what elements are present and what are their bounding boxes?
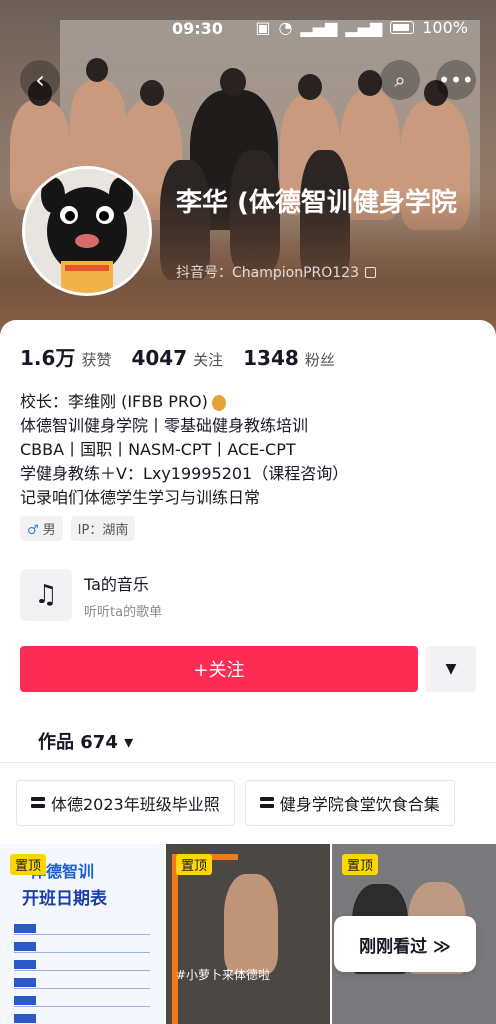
douyin-id[interactable]: 抖音号：ChampionPRO123 — [176, 262, 376, 282]
collections-row: 体德2023年班级毕业照 健身学院食堂饮食合集 — [16, 780, 455, 826]
signal-icon: ▂▄▆ — [300, 18, 338, 37]
collection-item[interactable]: 体德2023年班级毕业照 — [16, 780, 235, 826]
recently-watched-button[interactable]: 刚刚看过 ≫ — [334, 916, 476, 972]
copy-icon[interactable] — [365, 266, 376, 278]
dog-avatar-icon — [25, 169, 149, 293]
pinned-badge: 置顶 — [176, 854, 213, 875]
follow-button[interactable]: +关注 — [20, 646, 418, 692]
bio-line: 体德智训健身学院丨零基础健身教练培训 — [20, 416, 309, 435]
video-caption: #小萝卜来体德啦 — [176, 968, 271, 982]
caret-down-icon: ▼ — [445, 661, 457, 677]
music-entry[interactable]: ♫ Ta的音乐 听听ta的歌单 — [20, 569, 162, 621]
profile-card: 1.6万 获赞 4047 关注 1348 粉丝 校长：李维刚 (IFBB PRO) 体… — [0, 320, 496, 1024]
status-time: 09:30 — [172, 19, 223, 38]
chevron-left-icon: ‹ — [35, 66, 45, 94]
video-thumbnail[interactable]: 体德智训 开班日期表 置顶 — [0, 844, 164, 1024]
video-thumbnail[interactable]: #小萝卜来体德啦 置顶 — [166, 844, 330, 1024]
profile-name: 李华 (体德智训健身学院 — [176, 188, 457, 218]
signal-icon-2: ▂▄▆ — [345, 18, 383, 37]
status-icons: ▣ ◔ ▂▄▆ ▂▄▆ 100% — [255, 18, 468, 37]
divider — [0, 762, 496, 763]
athlete — [224, 874, 278, 974]
music-subtitle: 听听ta的歌单 — [84, 604, 163, 620]
stats-row: 1.6万 获赞 4047 关注 1348 粉丝 — [20, 342, 335, 371]
bio-line: 校长：李维刚 (IFBB PRO) — [20, 390, 348, 414]
stat-followers[interactable]: 1348 粉丝 — [243, 346, 335, 370]
music-note-icon: ♫ — [20, 569, 72, 621]
douyin-id-text: 抖音号：ChampionPRO123 — [176, 265, 359, 281]
search-button[interactable]: ⌕ — [380, 60, 420, 100]
more-dots-icon: ••• — [438, 68, 474, 92]
bio: 校长：李维刚 (IFBB PRO) 体德智训健身学院丨零基础健身教练培训 CBB… — [20, 390, 348, 510]
back-button[interactable]: ‹ — [20, 60, 60, 100]
music-title: Ta的音乐 — [84, 574, 149, 594]
collection-item[interactable]: 健身学院食堂饮食合集 — [244, 780, 455, 826]
pinned-badge: 置顶 — [10, 854, 47, 875]
ip-tag: IP：湖南 — [70, 516, 136, 541]
collection-icon — [259, 797, 274, 809]
battery-icon — [390, 21, 415, 34]
gender-tag: ♂ 男 — [20, 516, 63, 541]
nfc-icon: ▣ — [255, 18, 271, 37]
recommend-dropdown-button[interactable]: ▼ — [426, 646, 476, 692]
more-options-button[interactable]: ••• — [436, 60, 476, 100]
wifi-icon: ◔ — [278, 18, 293, 37]
tab-works[interactable]: 作品 674 ▾ — [38, 728, 133, 754]
stat-following[interactable]: 4047 关注 — [131, 346, 223, 370]
thumb-subtitle: 开班日期表 — [22, 889, 107, 909]
bio-line: 学健身教练＋V：Lxy19995201（课程咨询） — [20, 464, 349, 483]
bio-line: CBBA丨国职丨NASM-CPT丨ACE-CPT — [20, 440, 296, 459]
collection-icon — [31, 797, 45, 809]
battery-level: 100% — [422, 18, 468, 37]
medal-icon — [211, 394, 226, 411]
search-icon: ⌕ — [394, 68, 406, 92]
bio-line: 记录咱们体德学生学习与训练日常 — [20, 488, 261, 507]
stat-likes[interactable]: 1.6万 获赞 — [20, 342, 111, 371]
male-icon: ♂ — [27, 523, 39, 538]
profile-tags: ♂ 男 IP：湖南 — [20, 516, 136, 541]
status-bar: 09:30 ▣ ◔ ▂▄▆ ▂▄▆ 100% — [0, 0, 496, 40]
pinned-badge: 置顶 — [342, 854, 379, 875]
avatar[interactable] — [22, 166, 152, 296]
